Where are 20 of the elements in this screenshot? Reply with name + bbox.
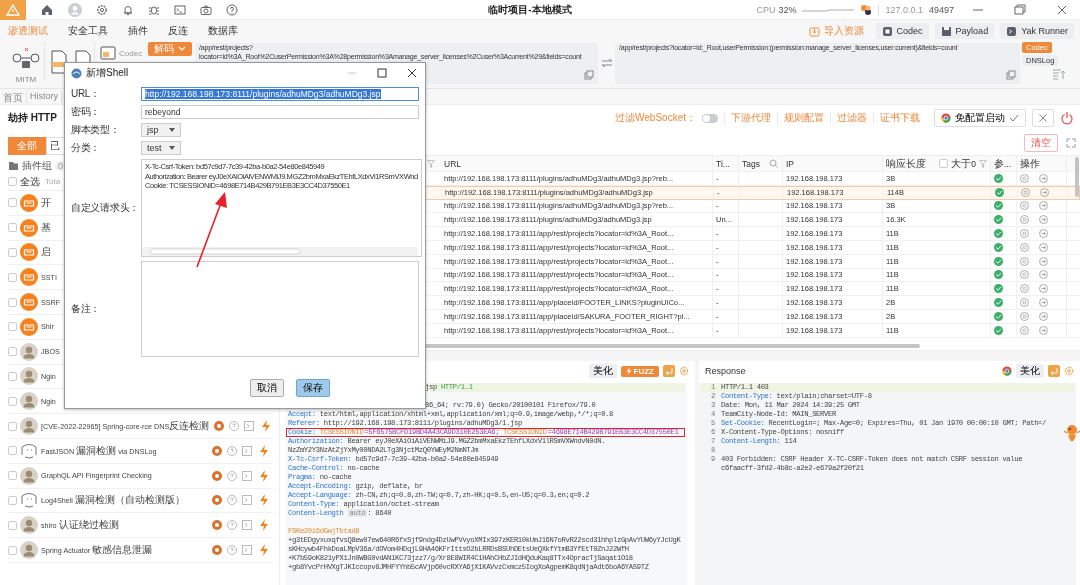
field-label: URL： <box>71 87 101 101</box>
port-number: 49497 <box>928 4 954 15</box>
field-label: 分类： <box>71 141 102 155</box>
tool-label: MITM <box>15 75 37 84</box>
field-label: 脚本类型： <box>71 123 121 137</box>
websocket-filter-label: 过滤WebSocket： <box>615 111 696 125</box>
cpu-label: CPU <box>756 4 776 15</box>
window-title: 临时项目-本地模式 <box>487 2 573 17</box>
field-label: 备注： <box>71 302 102 316</box>
input-value: rebeyond <box>145 107 181 117</box>
host-address: 127.0.0.1 <box>878 4 923 15</box>
field-label: 自定义请求头： <box>71 201 140 215</box>
dialog-title: 新增Shell <box>86 66 129 80</box>
select-all-label: 全选 <box>20 174 40 189</box>
cpu-value: 32% <box>778 4 797 15</box>
length-filter-label: 大于0 <box>951 156 976 171</box>
page-title: 劫持 HTTP <box>8 111 57 125</box>
field-label: 密码： <box>71 105 102 119</box>
total-label: Tota <box>45 177 61 186</box>
pane-title: Response <box>705 366 746 376</box>
